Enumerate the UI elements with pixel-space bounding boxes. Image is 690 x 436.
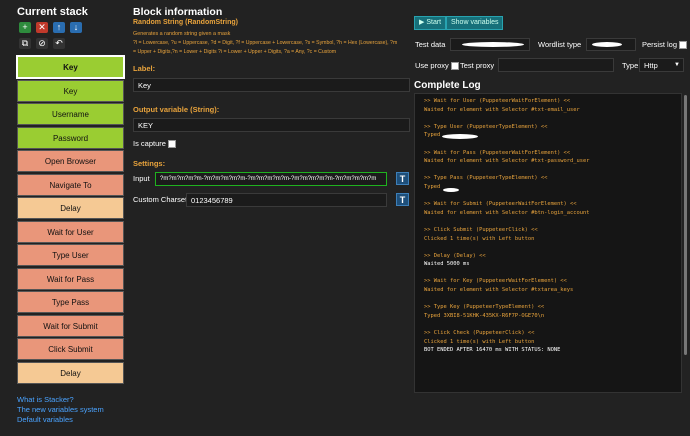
log-line: >> Delay (Delay) << — [424, 252, 486, 259]
log-line: Waited for element with Selector #txtare… — [424, 287, 574, 294]
label-heading: Label: — [133, 64, 156, 73]
test-data-label: Test data — [415, 40, 446, 49]
delete-icon[interactable]: ✕ — [36, 22, 48, 33]
stack-item[interactable]: Type User — [17, 244, 124, 266]
redaction-mark — [442, 134, 478, 139]
custom-charset-label: Custom Charset — [133, 195, 188, 204]
stack-item[interactable]: Wait for User — [17, 220, 124, 243]
settings-heading: Settings: — [133, 159, 166, 168]
log-line: Waited 5000 ms — [424, 261, 470, 268]
is-capture-checkbox[interactable]: Is capture — [133, 139, 176, 149]
redaction-mark — [592, 42, 622, 47]
link-what-is-stacker[interactable]: What is Stacker? — [17, 395, 74, 404]
log-line: >> Wait for Submit (PuppeteerWaitForElem… — [424, 201, 577, 208]
proxy-type-select[interactable]: Http ▼ — [639, 58, 684, 72]
proxy-type-label: Type — [622, 61, 639, 70]
stack-item[interactable]: Navigate To — [17, 173, 124, 196]
log-line: Waited for element with Selector #txt-pa… — [424, 158, 590, 165]
stack-item[interactable]: Username — [17, 103, 124, 125]
output-variable-input[interactable]: KEY — [133, 118, 410, 132]
redaction-mark — [443, 188, 459, 192]
move-down-icon[interactable]: ↓ — [70, 22, 82, 33]
log-line: BOT ENDED AFTER 16470 ms WITH STATUS: NO… — [424, 347, 561, 354]
is-capture-box[interactable] — [167, 140, 176, 149]
copy-icon[interactable]: ⧉ — [19, 38, 31, 49]
persist-log-checkbox[interactable]: Persist log — [642, 40, 688, 50]
log-line: >> Click Check (PuppeteerClick) << — [424, 330, 535, 337]
complete-log-title: Complete Log — [414, 80, 481, 91]
log-line: >> Wait for Key (PuppeteerWaitForElement… — [424, 278, 567, 285]
log-scrollbar[interactable] — [684, 95, 687, 355]
test-proxy-label: Test proxy — [460, 61, 495, 70]
start-button[interactable]: ▶ Start — [414, 16, 447, 30]
stack-item[interactable]: Password — [17, 126, 124, 149]
play-icon: ▶ — [419, 19, 425, 26]
input-variable-button[interactable]: T — [396, 172, 409, 185]
custom-charset-field[interactable]: 0123456789 — [186, 193, 387, 207]
log-line: >> Type Pass (PuppeteerTypeElement) << — [424, 175, 548, 182]
stack-item[interactable]: Key — [16, 55, 125, 79]
undo-icon[interactable]: ↶ — [53, 38, 65, 49]
disable-icon[interactable]: ⊘ — [36, 38, 48, 49]
input-setting-label: Input — [133, 174, 150, 183]
show-variables-button[interactable]: Show variables — [446, 16, 504, 30]
label-input[interactable]: Key — [133, 78, 410, 92]
log-line: Waited for element with Selector #txt-em… — [424, 106, 580, 113]
stack-item[interactable]: Key — [17, 79, 124, 102]
stack-item[interactable]: Type Pass — [17, 291, 124, 313]
link-default-variables[interactable]: Default variables — [17, 415, 73, 424]
log-line: Typed 3XBI8-51KHK-435KX-R6F7P-OGE70\n — [424, 312, 545, 319]
stack-item[interactable]: Delay — [17, 361, 124, 384]
move-up-icon[interactable]: ↑ — [53, 22, 65, 33]
block-desc-2: ?l = Lowercase, ?u = Uppercase, ?d = Dig… — [133, 40, 398, 46]
input-setting-field[interactable]: ?m?m?m?m?m-?m?m?m?m?m-?m?m?m?m?m-?m?m?m?… — [155, 172, 387, 186]
stack-item[interactable]: Delay — [17, 197, 124, 219]
stack-title: Current stack — [17, 6, 88, 18]
log-line: >> Type Key (PuppeteerTypeElement) << — [424, 304, 545, 311]
stack-item[interactable]: Wait for Submit — [17, 314, 124, 337]
charset-variable-button[interactable]: T — [396, 193, 409, 206]
wordlist-type-label: Wordlist type — [538, 40, 582, 49]
add-icon[interactable]: + — [19, 22, 31, 33]
stack-item[interactable]: Click Submit — [17, 338, 124, 360]
persist-log-box[interactable] — [679, 41, 688, 50]
chevron-down-icon: ▼ — [674, 62, 680, 68]
redaction-mark — [462, 42, 524, 47]
block-subtitle: Random String (RandomString) — [133, 19, 238, 26]
log-line: >> Type User (PuppeteerTypeElement) << — [424, 123, 548, 130]
use-proxy-checkbox[interactable]: Use proxy — [415, 61, 459, 71]
log-line: Waited for element with Selector #btn-lo… — [424, 209, 590, 216]
block-desc-1: Generates a random string given a mask — [133, 31, 231, 37]
output-heading: Output variable (String): — [133, 105, 220, 114]
stack-item[interactable]: Wait for Pass — [17, 267, 124, 290]
stack-list: Key Key Username Password Open Browser Naviga… — [16, 55, 125, 385]
log-line: Typed — [424, 183, 441, 190]
test-proxy-input[interactable] — [498, 58, 614, 72]
use-proxy-box[interactable] — [450, 62, 459, 71]
log-line: >> Click Submit (PuppeteerClick) << — [424, 226, 538, 233]
log-line: Clicked 1 time(s) with Left button — [424, 235, 535, 242]
log-line: >> Wait for Pass (PuppeteerWaitForElemen… — [424, 149, 571, 156]
block-info-title: Block information — [133, 6, 223, 18]
stack-item[interactable]: Open Browser — [17, 150, 124, 172]
log-line: >> Wait for User (PuppeteerWaitForElemen… — [424, 98, 571, 104]
block-desc-3: = Upper + Digits,?n = Lower + Digits ?i … — [133, 49, 337, 55]
link-new-variables-system[interactable]: The new variables system — [17, 405, 104, 414]
log-line: Clicked 1 time(s) with Left button — [424, 338, 535, 345]
